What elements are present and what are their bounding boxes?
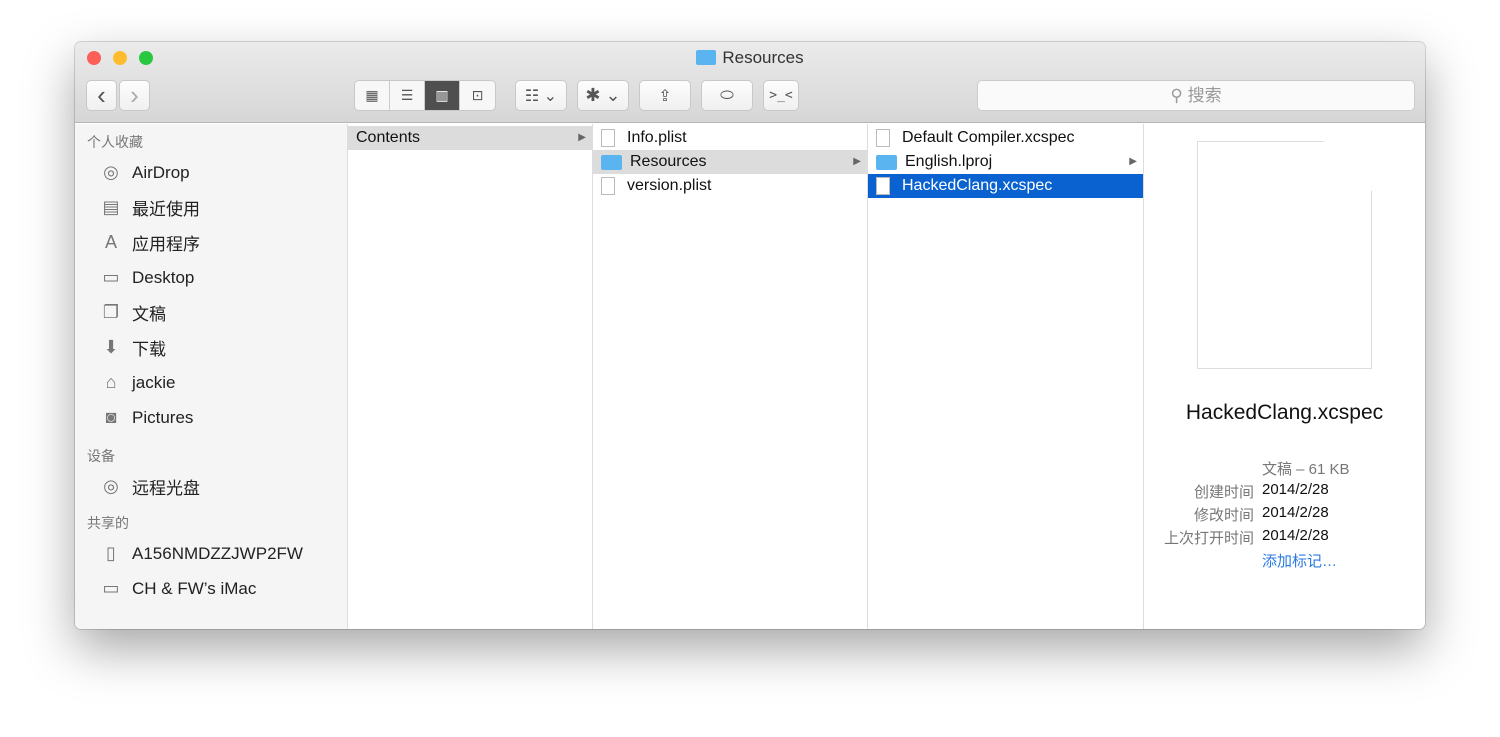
sidebar-item-label: Pictures [132, 407, 194, 427]
file-kind-size: 文稿 – 61 KB [1262, 461, 1350, 478]
home-icon: ⌂ [105, 372, 117, 392]
airdrop-icon: ◎ [103, 162, 119, 182]
file-row[interactable]: Info.plist [593, 126, 867, 150]
title-text: Resources [722, 48, 804, 67]
search-placeholder: 搜索 [1187, 86, 1222, 105]
disclosure-arrow-icon: ▶ [853, 156, 861, 167]
browser-column: Contents ▶ [348, 124, 593, 629]
finder-window: Resources ‹ › ▦ ☰ ▥ ⊡ ☷ ⌄ ✱ ⌄ ⇪ ⬭ >_< ⚲ … [75, 42, 1425, 629]
sidebar-item-label: CH & FW’s iMac [132, 578, 257, 598]
sidebar-item-label: 下载 [132, 340, 166, 359]
sidebar-item-label: jackie [132, 372, 176, 392]
downloads-icon: ⬇ [103, 337, 119, 357]
sidebar-item-label: Desktop [132, 267, 195, 287]
disclosure-arrow-icon: ▶ [578, 132, 586, 143]
modified-label: 修改时间 [1193, 507, 1254, 524]
action-gear-button[interactable]: ✱ ⌄ [577, 80, 629, 111]
sidebar-item-label: 应用程序 [132, 235, 200, 254]
file-row[interactable]: Contents ▶ [348, 126, 592, 150]
file-row[interactable]: Default Compiler.xcspec [868, 126, 1143, 150]
file-info: 文稿 – 61 KB 创建时间 2014/2/28 修改时间 2014/2/28 上… [1144, 458, 1425, 573]
applications-icon: A [104, 232, 117, 252]
recents-icon: ▤ [102, 197, 120, 217]
imac-icon: ▭ [102, 578, 120, 598]
browser-column: Info.plist Resources ▶ version.plist [593, 124, 868, 629]
sidebar-item[interactable]: ▭ Desktop [75, 260, 347, 295]
created-value: 2014/2/28 [1262, 481, 1329, 498]
file-name: version.plist [627, 177, 712, 194]
preview-filename: HackedClang.xcspec [1185, 401, 1384, 424]
file-name: Default Compiler.xcspec [902, 129, 1075, 146]
sidebar-item-label: 远程光盘 [132, 479, 200, 498]
sidebar-item-label: AirDrop [132, 162, 190, 182]
view-mode-control[interactable]: ▦ ☰ ▥ ⊡ [354, 80, 496, 111]
icon-view-button[interactable]: ▦ [355, 81, 390, 110]
created-label: 创建时间 [1193, 484, 1254, 501]
sidebar-item[interactable]: ❐ 文稿 [75, 295, 347, 330]
desktop-icon: ▭ [102, 267, 120, 287]
sidebar-item[interactable]: A 应用程序 [75, 225, 347, 260]
terminal-button[interactable]: >_< [763, 80, 799, 111]
sidebar-item[interactable]: ▯ A156NMDZZJWP2FW [75, 536, 347, 571]
tags-button[interactable]: ⬭ [701, 80, 753, 111]
file-icon [601, 129, 615, 147]
sidebar-item-label: A156NMDZZJWP2FW [132, 543, 303, 563]
window-title: Resources [75, 48, 1425, 68]
search-icon: ⚲ [1170, 86, 1188, 105]
file-name: HackedClang.xcspec [902, 177, 1053, 194]
modified-value: 2014/2/28 [1262, 504, 1329, 521]
sidebar-item[interactable]: ◙ Pictures [75, 400, 347, 435]
sidebar: 个人收藏 ◎ AirDrop ▤ 最近使用 A 应用程序 ▭ Desktop ❐ 文稿 ⬇ 下载 ⌂ jac… [75, 124, 348, 629]
file-name: Resources [630, 153, 707, 170]
file-icon [876, 129, 890, 147]
server-icon: ▯ [106, 543, 116, 563]
file-name: Info.plist [627, 129, 687, 146]
folder-icon [696, 50, 717, 65]
documents-icon: ❐ [102, 302, 120, 322]
toolbar: Resources ‹ › ▦ ☰ ▥ ⊡ ☷ ⌄ ✱ ⌄ ⇪ ⬭ >_< ⚲ … [75, 42, 1425, 123]
disc-icon: ◎ [103, 476, 119, 496]
file-row[interactable]: HackedClang.xcspec [868, 174, 1143, 198]
file-icon [876, 177, 890, 195]
search-input[interactable]: ⚲ 搜索 [977, 80, 1415, 111]
opened-label: 上次打开时间 [1163, 530, 1254, 547]
file-row[interactable]: English.lproj ▶ [868, 150, 1143, 174]
sidebar-item[interactable]: ◎ 远程光盘 [75, 469, 347, 504]
forward-button[interactable]: › [119, 80, 150, 111]
file-row[interactable]: version.plist [593, 174, 867, 198]
sidebar-item[interactable]: ▭ CH & FW’s iMac [75, 571, 347, 606]
preview-pane: HackedClang.xcspec 文稿 – 61 KB 创建时间 2014/2… [1144, 124, 1425, 629]
list-view-button[interactable]: ☰ [390, 81, 425, 110]
share-button[interactable]: ⇪ [639, 80, 691, 111]
folder-icon [876, 154, 897, 170]
sidebar-item-label: 文稿 [132, 305, 166, 324]
document-icon [1197, 141, 1372, 369]
file-row[interactable]: Resources ▶ [593, 150, 867, 174]
sidebar-item-label: 最近使用 [132, 200, 200, 219]
folder-icon [601, 154, 622, 170]
sidebar-section-header: 个人收藏 [87, 134, 143, 150]
sidebar-section-header: 共享的 [87, 515, 129, 531]
sidebar-item[interactable]: ▤ 最近使用 [75, 190, 347, 225]
coverflow-view-button[interactable]: ⊡ [460, 81, 495, 110]
browser-column: Default Compiler.xcspec English.lproj ▶ Hac… [868, 124, 1144, 629]
sidebar-item[interactable]: ◎ AirDrop [75, 155, 347, 190]
sidebar-section-header: 设备 [87, 448, 115, 464]
file-name: Contents [356, 129, 421, 146]
add-tags-link[interactable]: 添加标记… [1262, 550, 1337, 573]
sidebar-item[interactable]: ⬇ 下载 [75, 330, 347, 365]
sidebar-item[interactable]: ⌂ jackie [75, 365, 347, 400]
column-view-button[interactable]: ▥ [425, 81, 460, 110]
back-button[interactable]: ‹ [86, 80, 117, 111]
file-icon [601, 177, 615, 195]
arrange-button[interactable]: ☷ ⌄ [515, 80, 567, 111]
disclosure-arrow-icon: ▶ [1129, 156, 1137, 167]
file-name: English.lproj [905, 153, 993, 170]
opened-value: 2014/2/28 [1262, 527, 1329, 544]
camera-icon: ◙ [105, 407, 117, 427]
